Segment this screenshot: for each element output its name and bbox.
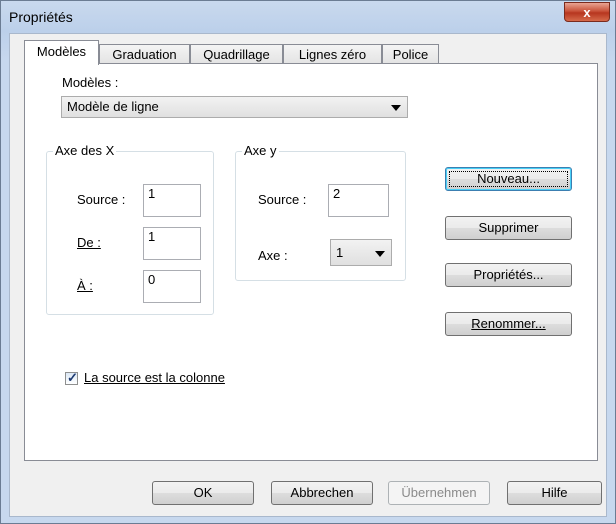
axis-y-axis-value: 1 xyxy=(336,245,344,260)
delete-model-button-label: Supprimer xyxy=(478,220,539,235)
models-dropdown[interactable]: Modèle de ligne xyxy=(61,96,408,118)
tab-label: Graduation xyxy=(112,47,177,62)
axis-x-from-input[interactable]: 1 xyxy=(143,227,201,260)
axis-y-axis-dropdown[interactable]: 1 xyxy=(330,239,392,266)
axis-x-title: Axe des X xyxy=(53,143,117,158)
window-title: Propriétés xyxy=(9,9,73,25)
rename-model-button-label: Renommer... xyxy=(471,316,546,331)
focus-outline xyxy=(449,171,568,187)
ok-button[interactable]: OK xyxy=(152,481,254,505)
axis-x-to-label: À : xyxy=(77,278,93,293)
tab-lignes-zero[interactable]: Lignes zéro xyxy=(283,44,382,64)
model-properties-button-label: Propriétés... xyxy=(473,267,544,282)
axis-x-to-input[interactable]: 0 xyxy=(143,270,201,303)
tab-label: Quadrillage xyxy=(203,47,270,62)
dialog-client-area: Modèles Graduation Quadrillage Lignes zé… xyxy=(9,33,607,517)
axis-x-source-input[interactable]: 1 xyxy=(143,184,201,217)
axis-y-source-input[interactable]: 2 xyxy=(328,184,389,217)
tab-police[interactable]: Police xyxy=(382,44,439,64)
checkmark-icon: ✓ xyxy=(67,370,78,385)
chevron-down-icon xyxy=(391,105,401,111)
chevron-down-icon xyxy=(375,251,385,257)
axis-x-to-value: 0 xyxy=(148,272,156,287)
axis-x-from-label: De : xyxy=(77,235,101,250)
axis-y-axis-label: Axe : xyxy=(258,248,288,263)
axis-y-title: Axe y xyxy=(242,143,279,158)
models-label: Modèles : xyxy=(62,75,119,90)
tab-label: Police xyxy=(392,47,429,62)
tab-label: Modèles xyxy=(36,44,87,59)
tab-graduation[interactable]: Graduation xyxy=(99,44,190,64)
properties-dialog: Propriétés x Modèles Graduation Quadrill… xyxy=(0,0,616,524)
title-bar[interactable]: Propriétés x xyxy=(1,1,615,33)
axis-y-source-label: Source : xyxy=(258,192,307,207)
axis-x-source-label: Source : xyxy=(77,192,126,207)
new-model-button[interactable]: Nouveau... xyxy=(445,167,572,191)
models-dropdown-value: Modèle de ligne xyxy=(67,99,159,114)
axis-y-source-value: 2 xyxy=(333,186,341,201)
axis-x-source-value: 1 xyxy=(148,186,156,201)
axis-y-group: Axe y Source : 2 Axe : 1 xyxy=(235,143,406,281)
apply-button[interactable]: Übernehmen xyxy=(388,481,490,505)
help-button-label: Hilfe xyxy=(541,485,568,500)
ok-button-label: OK xyxy=(193,485,213,500)
tab-modeles[interactable]: Modèles xyxy=(24,40,99,65)
source-is-column-checkbox[interactable]: ✓ xyxy=(65,370,78,385)
cancel-button-label: Abbrechen xyxy=(290,485,354,500)
axis-x-from-value: 1 xyxy=(148,229,156,244)
tab-panel-modeles: Modèles : Modèle de ligne Axe des X Sour… xyxy=(24,63,598,461)
cancel-button[interactable]: Abbrechen xyxy=(271,481,373,505)
rename-model-button[interactable]: Renommer... xyxy=(445,312,572,336)
close-button[interactable]: x xyxy=(564,2,610,22)
tab-quadrillage[interactable]: Quadrillage xyxy=(190,44,283,64)
delete-model-button[interactable]: Supprimer xyxy=(445,216,572,240)
axis-x-group: Axe des X Source : 1 De : 1 À : 0 xyxy=(46,143,214,315)
model-properties-button[interactable]: Propriétés... xyxy=(445,263,572,287)
close-icon: x xyxy=(583,5,591,20)
source-is-column-label: La source est la colonne xyxy=(84,370,225,385)
help-button[interactable]: Hilfe xyxy=(507,481,602,505)
apply-button-label: Übernehmen xyxy=(401,485,477,500)
tab-label: Lignes zéro xyxy=(298,47,367,62)
